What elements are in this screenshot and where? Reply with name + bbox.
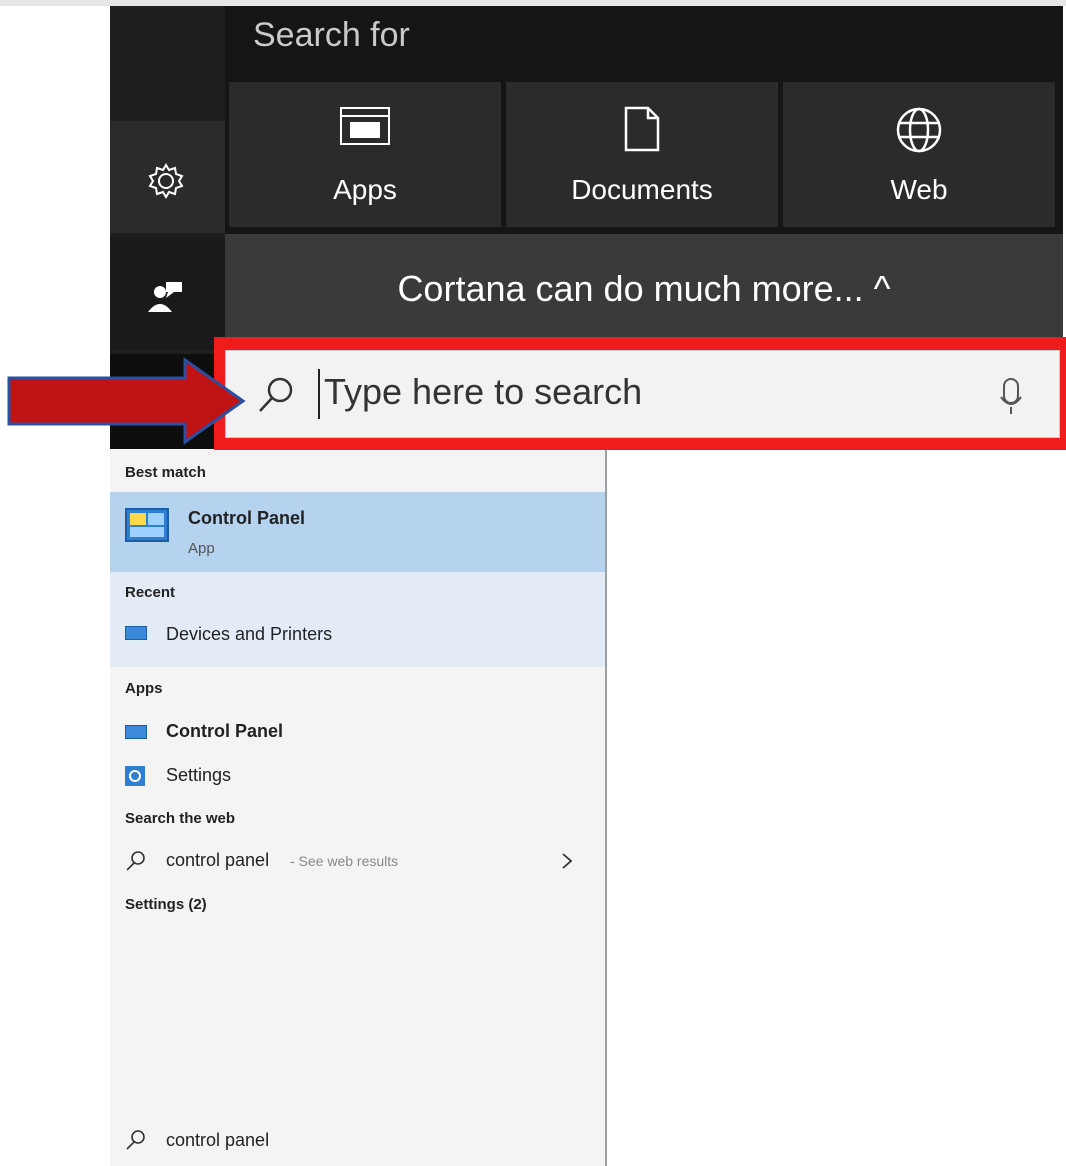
chevron-right-icon [562,853,573,869]
control-panel-icon [125,508,169,542]
search-for-heading: Search for [253,16,410,54]
best-match-heading: Best match [125,464,206,481]
gear-icon [148,163,184,199]
search-web-heading: Search the web [125,810,236,827]
search-icon [126,1130,145,1150]
settings-rail-button[interactable] [110,121,225,233]
best-match-subtitle: App [188,540,215,557]
search-icon [259,377,293,412]
best-match-title: Control Panel [188,508,306,528]
app-control-panel[interactable]: Control Panel [110,715,605,749]
web-tile-label: Web [890,174,948,205]
web-result-control-panel[interactable]: control panel - See web results [110,844,605,878]
apps-tile[interactable]: Apps [229,82,501,227]
search-placeholder: Type here to search [324,371,643,412]
search-input[interactable]: Type here to search [225,350,1060,438]
taskbar-search-box[interactable]: control panel [110,1115,605,1166]
settings-icon [125,766,145,786]
feedback-rail-button[interactable] [110,238,225,350]
search-icon [126,851,145,871]
control-panel-small-icon [125,725,147,739]
apps-heading: Apps [125,680,163,697]
web-tile[interactable]: Web [783,82,1055,227]
taskbar-search-value: control panel [166,1130,270,1150]
recent-devices-printers[interactable]: Devices and Printers [110,614,605,654]
text-caret [318,369,320,419]
microphone-icon[interactable] [998,377,1024,417]
recent-heading: Recent [125,584,176,601]
apps-icon [340,107,390,145]
annotation-arrow [7,357,246,445]
app-item-label: Control Panel [166,721,284,741]
feedback-icon [148,282,182,312]
globe-icon [896,107,942,153]
documents-tile[interactable]: Documents [506,82,778,227]
devices-printers-icon [125,626,147,640]
apps-tile-label: Apps [333,174,397,205]
best-match-control-panel[interactable]: Control Panel App [110,492,605,572]
search-results-panel: Best match Control Panel App Recent Devi… [110,450,605,1166]
web-results-hint: - See web results [290,853,399,869]
cortana-more-button[interactable]: Cortana can do much more... ^ [225,234,1063,349]
panel-divider [605,450,607,1166]
documents-tile-label: Documents [571,174,713,205]
web-query-text: control panel [166,850,270,870]
search-filter-panel: Search for Apps Documents Web Cortana ca… [225,6,1063,354]
recent-item-label: Devices and Printers [166,624,333,644]
app-settings[interactable]: Settings [110,759,605,793]
document-icon [624,106,660,152]
app-item-label: Settings [166,765,232,785]
recent-section: Recent Devices and Printers [110,572,605,667]
settings-heading[interactable]: Settings (2) [125,896,207,913]
